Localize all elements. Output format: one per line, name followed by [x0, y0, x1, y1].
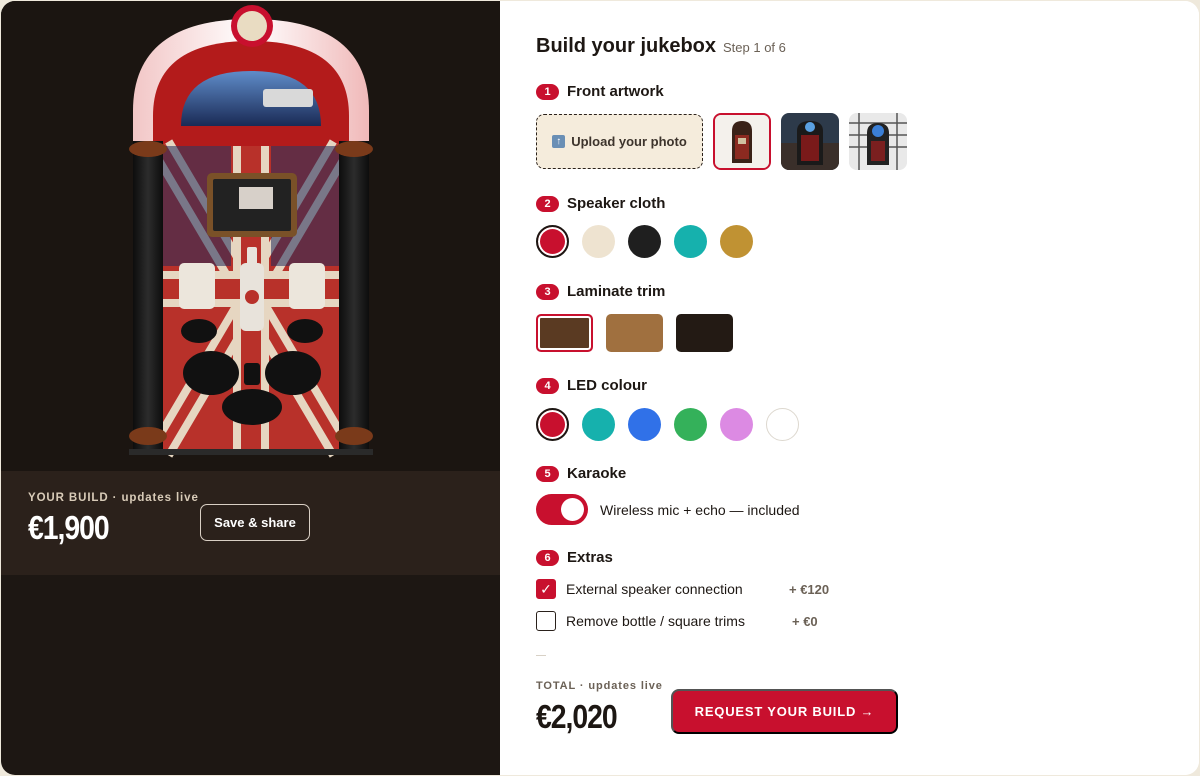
section-laminate-trim: 3 Laminate trim	[536, 283, 665, 300]
total-price: €2,020	[536, 698, 618, 735]
laminate-swatch-dark-walnut[interactable]	[536, 314, 593, 352]
build-price: €1,900	[28, 509, 110, 546]
artwork-thumb-3[interactable]	[849, 113, 907, 170]
led-swatch-green[interactable]	[674, 408, 707, 441]
section-label: Front artwork	[567, 83, 664, 100]
upload-icon: ↑	[552, 135, 566, 148]
section-label: Karaoke	[567, 465, 627, 482]
section-led-colour: 4 LED colour	[536, 377, 647, 394]
extra-label: Remove bottle / square trims	[566, 613, 745, 629]
artwork-thumb-2[interactable]	[781, 113, 839, 170]
section-number: 1	[536, 83, 559, 100]
section-number: 3	[536, 283, 559, 300]
laminate-swatch-ebony[interactable]	[676, 314, 733, 352]
led-swatch-red[interactable]	[536, 408, 569, 441]
extra-remove-trims[interactable]: Remove bottle / square trims	[536, 611, 745, 631]
section-label: LED colour	[567, 377, 648, 394]
extra-label: External speaker connection	[566, 581, 743, 597]
speaker-cloth-swatch-teal[interactable]	[674, 225, 707, 258]
total-label: TOTAL · updates live	[536, 680, 663, 692]
artwork-thumb-image	[715, 115, 769, 168]
led-swatch-teal[interactable]	[582, 408, 615, 441]
extra-price: + €120	[789, 582, 830, 597]
upload-photo-button[interactable]: ↑ Upload your photo	[536, 114, 703, 169]
divider	[536, 655, 546, 656]
jukebox-illustration	[129, 5, 373, 458]
laminate-swatch-light-oak[interactable]	[606, 314, 663, 352]
builder-panel: Build your jukebox Step 1 of 6 1 Front a…	[500, 1, 1199, 775]
karaoke-toggle[interactable]	[536, 494, 588, 525]
artwork-thumb-1[interactable]	[713, 113, 771, 170]
speaker-cloth-swatch-gold[interactable]	[720, 225, 753, 258]
section-number: 2	[536, 195, 559, 212]
speaker-cloth-swatch-red[interactable]	[536, 225, 569, 258]
save-share-button[interactable]: Save & share	[200, 504, 310, 541]
section-karaoke: 5 Karaoke	[536, 465, 626, 482]
jukebox-configurator: YOUR BUILD · updates live €1,900 Save & …	[1, 1, 1199, 775]
speaker-cloth-swatch-black[interactable]	[628, 225, 661, 258]
section-label: Laminate trim	[567, 283, 666, 300]
section-number: 5	[536, 465, 559, 482]
section-speaker-cloth: 2 Speaker cloth	[536, 195, 665, 212]
led-swatch-blue[interactable]	[628, 408, 661, 441]
build-summary: YOUR BUILD · updates live €1,900 Save & …	[1, 471, 500, 575]
extra-external-speaker[interactable]: ✓ External speaker connection	[536, 579, 743, 599]
section-number: 4	[536, 377, 559, 394]
build-summary-label: YOUR BUILD · updates live	[28, 492, 199, 504]
request-build-button[interactable]: REQUEST YOUR BUILD →	[671, 689, 898, 734]
artwork-thumb-image	[849, 113, 907, 170]
section-extras: 6 Extras	[536, 549, 613, 566]
page-title: Build your jukebox	[536, 35, 717, 57]
checkbox-unchecked-icon[interactable]	[536, 611, 556, 631]
checkbox-checked-icon[interactable]: ✓	[536, 579, 556, 599]
step-indicator: Step 1 of 6	[723, 40, 786, 55]
led-swatch-pink[interactable]	[720, 408, 753, 441]
extra-price: + €0	[792, 614, 818, 629]
section-label: Speaker cloth	[567, 195, 666, 212]
section-label: Extras	[567, 549, 613, 566]
section-number: 6	[536, 549, 559, 566]
upload-label: Upload your photo	[571, 134, 687, 149]
preview-panel: YOUR BUILD · updates live €1,900 Save & …	[1, 1, 500, 775]
speaker-cloth-swatch-cream[interactable]	[582, 225, 615, 258]
section-front-artwork: 1 Front artwork	[536, 83, 664, 100]
karaoke-description: Wireless mic + echo — included	[600, 502, 800, 518]
led-swatch-white[interactable]	[766, 408, 799, 441]
toggle-knob	[561, 498, 584, 521]
artwork-thumb-image	[781, 113, 839, 170]
jukebox-preview-image	[1, 1, 500, 471]
